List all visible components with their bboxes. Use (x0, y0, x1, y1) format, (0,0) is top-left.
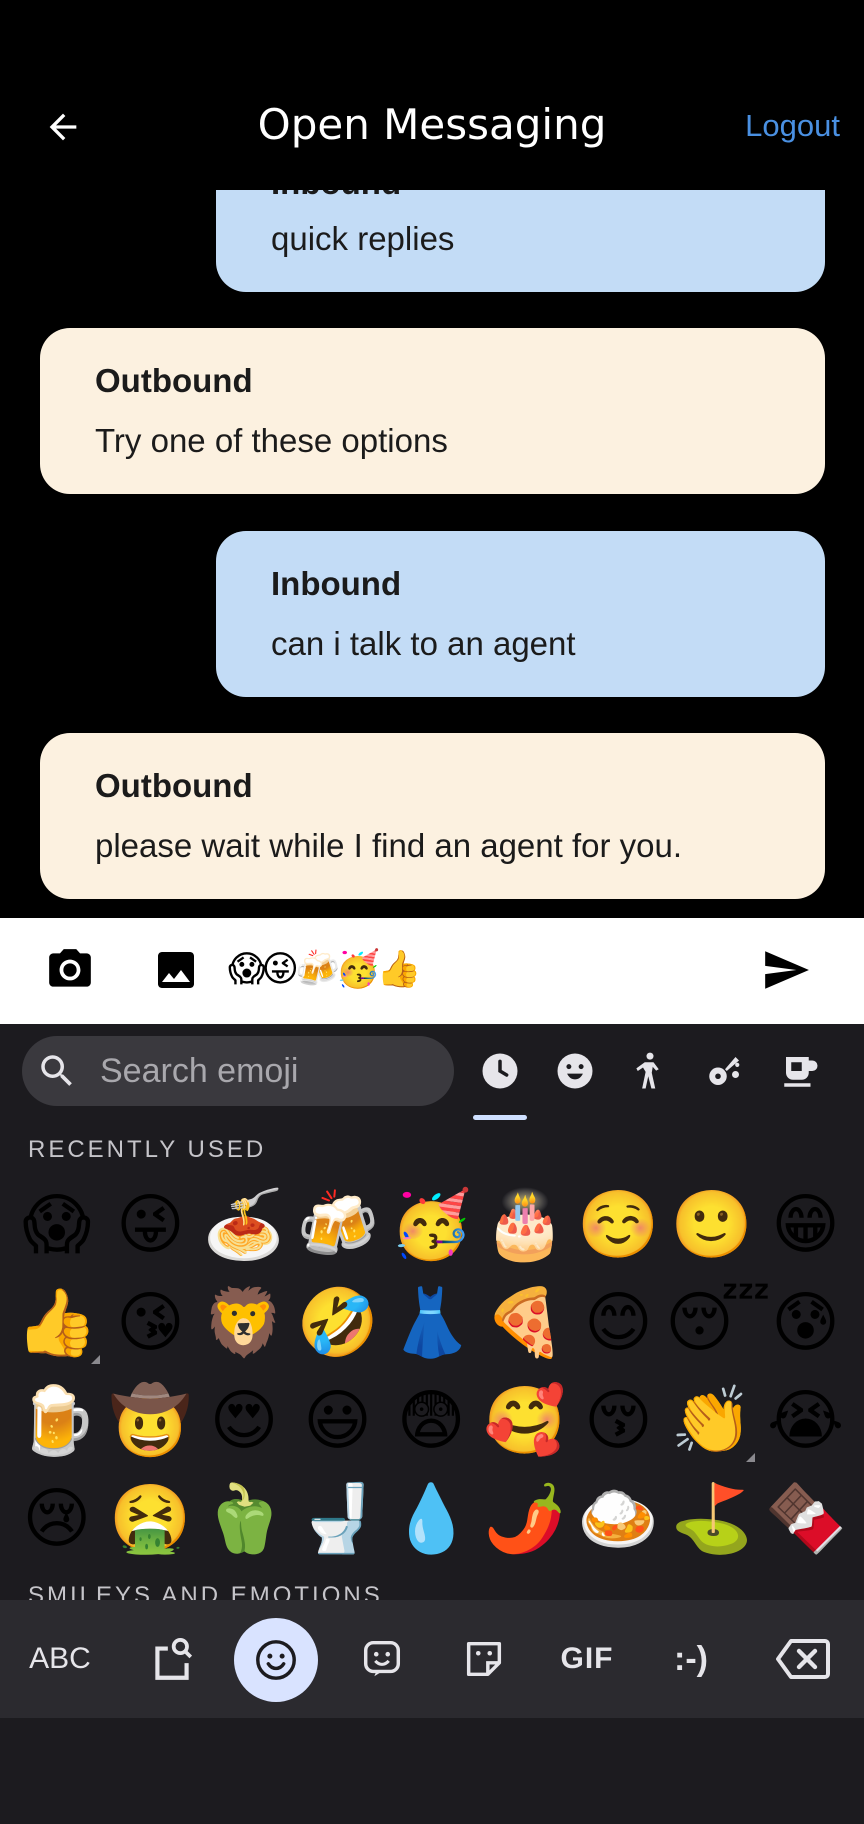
emoji-key[interactable]: 🥰 (478, 1372, 572, 1470)
emoji-key[interactable]: 🤮 (104, 1470, 198, 1568)
search-icon (34, 1048, 80, 1094)
send-icon (765, 951, 809, 989)
message-text: can i talk to an agent (271, 625, 576, 662)
compose-bar (0, 918, 864, 1024)
message-bubble-outbound: Outbound please wait while I find an age… (40, 733, 825, 899)
emoji-key[interactable]: ☺️ (572, 1176, 666, 1274)
message-text: please wait while I find an agent for yo… (95, 827, 683, 864)
logout-button[interactable]: Logout (745, 108, 840, 144)
smileys-section-label: SMILEYS AND EMOTIONS (28, 1582, 383, 1600)
message-input[interactable]: 😱😜🍻🥳👍 (228, 948, 422, 992)
message-text: Try one of these options (95, 422, 448, 459)
emoji-key[interactable]: 🚽 (291, 1470, 385, 1568)
emoji-key[interactable]: 🤠 (104, 1372, 198, 1470)
emoji-key[interactable]: 🤣 (291, 1274, 385, 1372)
emoji-key[interactable]: 👗 (384, 1274, 478, 1372)
system-navigation-area (0, 1718, 864, 1824)
category-smileys[interactable] (544, 1040, 606, 1102)
emoji-key[interactable]: 🍛 (572, 1470, 666, 1568)
emoji-key[interactable]: 😜 (104, 1176, 198, 1274)
message-bubble-inbound: Inbound can i talk to an agent (216, 531, 825, 697)
emoji-sticker-icon (363, 1640, 401, 1677)
recently-used-label: RECENTLY USED (28, 1136, 267, 1163)
message-sender: Outbound (95, 767, 253, 804)
emoji-key[interactable]: 👍 (10, 1274, 104, 1372)
skin-tone-indicator (90, 1355, 100, 1364)
message-sender: Outbound (95, 362, 253, 399)
abc-button[interactable]: ABC (18, 1600, 102, 1718)
emoji-key[interactable]: 🎂 (478, 1176, 572, 1274)
image-icon (158, 952, 194, 988)
food-icon (784, 1057, 818, 1087)
emoji-key[interactable]: ⛳ (665, 1470, 759, 1568)
emoji-key[interactable]: 🍝 (197, 1176, 291, 1274)
category-activities[interactable] (694, 1040, 756, 1102)
smiley-icon (557, 1053, 593, 1089)
emoji-key[interactable]: 😴 (665, 1274, 771, 1372)
emoji-grid: 😱 😜 🍝 🍻 🥳 🎂 ☺️ 🙂 😁 👍 😘 🦁 🤣 👗 🍕 😊 😴 😰 🍺 🤠 😍 😃 😨 🥰 😚 👏 😭 😢 🤮 🫑 🚽 💧 🌶️ 🍛 ⛳ 🍫 (10, 1176, 854, 1568)
emoji-key[interactable]: 😁 (759, 1176, 853, 1274)
emoji-key[interactable]: 🍕 (478, 1274, 572, 1372)
app-header: Open Messaging Logout (0, 0, 864, 190)
page-title: Open Messaging (257, 100, 607, 149)
emoticon-button[interactable]: :-) (656, 1600, 726, 1718)
emoji-key[interactable]: 😘 (104, 1274, 198, 1372)
emoji-key[interactable]: 😍 (197, 1372, 291, 1470)
clipboard-button[interactable] (140, 1600, 204, 1718)
sticker-button[interactable] (452, 1600, 516, 1718)
emoji-key[interactable]: 🍺 (10, 1372, 104, 1470)
keyboard-toolbar (0, 1600, 864, 1718)
emoji-key[interactable]: 💧 (384, 1470, 478, 1568)
active-category-indicator (473, 1115, 527, 1120)
backspace-button[interactable] (768, 1600, 838, 1718)
emoji-key[interactable]: 😊 (572, 1274, 666, 1372)
camera-button[interactable] (40, 940, 100, 1000)
send-button[interactable] (756, 940, 816, 1000)
emoji-key[interactable]: 😢 (10, 1470, 104, 1568)
emoji-key[interactable]: 👏 (665, 1372, 759, 1470)
emoji-tab-button[interactable] (234, 1618, 318, 1702)
camera-icon (49, 949, 91, 987)
message-sender: Inbound (271, 565, 402, 602)
emoji-key[interactable]: 😭 (759, 1372, 853, 1470)
message-bubble-outbound: Outbound Try one of these options (40, 328, 825, 494)
recent-icon (482, 1053, 518, 1089)
emoji-key[interactable]: 🫑 (197, 1470, 291, 1568)
category-people[interactable] (619, 1040, 681, 1102)
activity-icon (709, 1057, 740, 1085)
emoji-sticker-button[interactable] (350, 1600, 414, 1718)
emoji-key[interactable]: 😃 (291, 1372, 385, 1470)
message-text: quick replies (271, 220, 455, 257)
category-food[interactable] (769, 1040, 831, 1102)
category-recent[interactable] (469, 1040, 531, 1102)
emoji-key[interactable]: 🦁 (197, 1274, 291, 1372)
emoji-key[interactable]: 😰 (759, 1274, 853, 1372)
emoji-key[interactable]: 🍫 (759, 1470, 853, 1568)
clipboard-search-icon (155, 1637, 193, 1680)
emoji-key[interactable]: 😨 (384, 1372, 478, 1470)
backspace-icon (776, 1639, 830, 1679)
emoji-key[interactable]: 🙂 (665, 1176, 759, 1274)
sticker-icon (466, 1641, 502, 1677)
app: Inbound quick replies Outbound Try one o… (0, 0, 864, 1824)
emoji-key[interactable]: 🌶️ (478, 1470, 572, 1568)
emoji-search-input[interactable] (100, 1052, 430, 1091)
skin-tone-indicator (745, 1453, 755, 1462)
emoji-key[interactable]: 🥳 (384, 1176, 478, 1274)
emoji-key[interactable]: 😱 (10, 1176, 104, 1274)
person-icon (636, 1052, 659, 1089)
emoji-key[interactable]: 🍻 (291, 1176, 385, 1274)
gif-button[interactable]: GIF (552, 1600, 622, 1718)
gallery-button[interactable] (146, 940, 206, 1000)
emoji-key[interactable]: 😚 (572, 1372, 666, 1470)
smiley-outline-icon (256, 1640, 296, 1680)
